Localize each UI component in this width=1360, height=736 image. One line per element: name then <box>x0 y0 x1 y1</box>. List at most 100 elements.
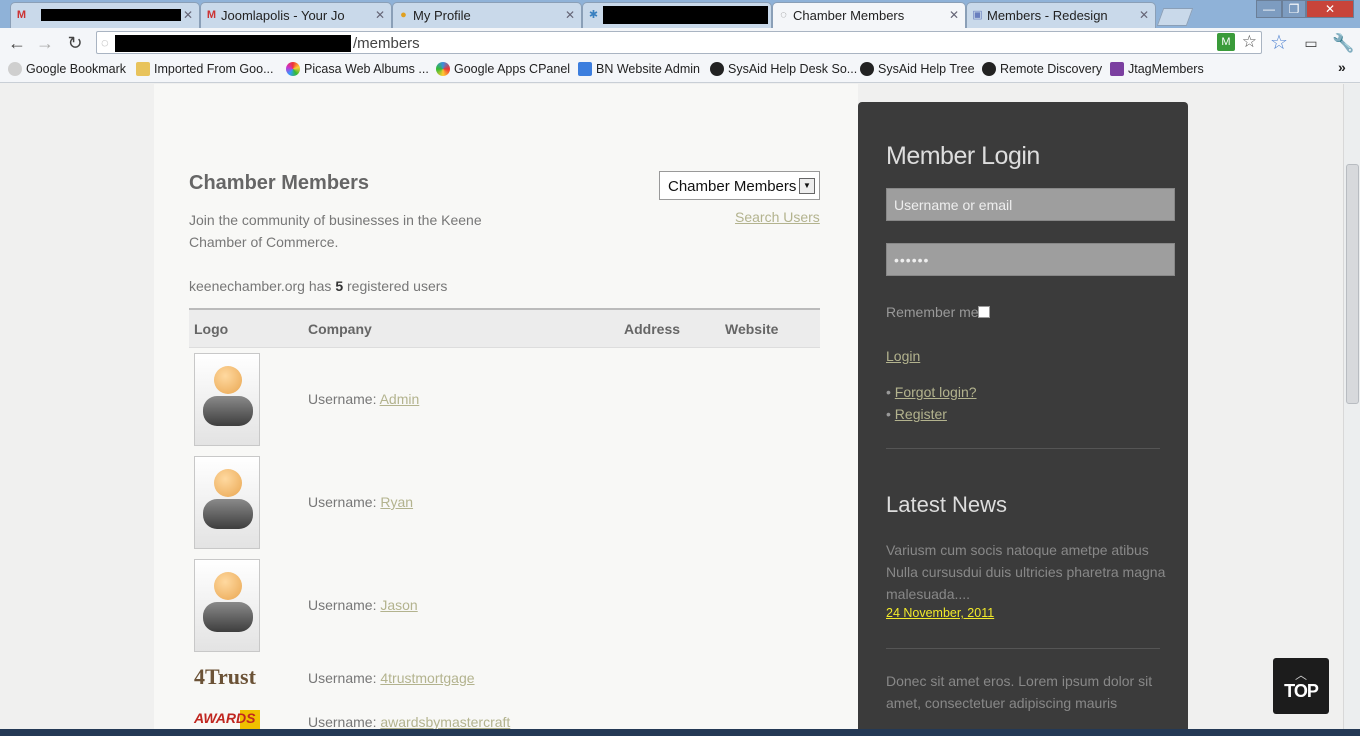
news-title: Latest News <box>886 492 1008 517</box>
remember-me-label: Remember me <box>886 304 979 320</box>
tab-title: Chamber Members <box>793 8 905 23</box>
username-link[interactable]: Ryan <box>380 494 413 510</box>
new-tab-button[interactable] <box>1156 8 1194 26</box>
web-page: Chamber Members Chamber Members ▼ Search… <box>0 84 1343 736</box>
username-cell: Username: awardsbymastercraft <box>308 714 510 730</box>
news-item-text: Varius​m cum socis natoque ametpe atibus… <box>886 542 1166 602</box>
members-content: Chamber Members Chamber Members ▼ Search… <box>154 84 858 736</box>
back-to-top-button[interactable]: ︿ TOP <box>1273 658 1329 714</box>
search-users-link[interactable]: Search Users <box>735 209 820 225</box>
list-item: • Forgot login? <box>886 384 977 400</box>
tab-members-redesign[interactable]: ▣ Members - Redesign ✕ <box>966 2 1156 28</box>
avatar[interactable] <box>194 559 260 652</box>
bookmark-bn-admin[interactable]: BN Website Admin <box>576 62 700 76</box>
star-icon[interactable]: ☆ <box>1242 32 1257 52</box>
forgot-login-link[interactable]: Forgot login? <box>895 384 977 400</box>
wrench-icon[interactable]: 🔧 <box>1332 32 1354 54</box>
bookmark-remote-discovery[interactable]: Remote Discovery <box>980 62 1102 76</box>
column-header-logo: Logo <box>194 321 229 337</box>
gmail-icon: M <box>206 9 217 21</box>
account-links: • Forgot login? • Register <box>886 381 977 425</box>
bookmark-label: SysAid Help Tree <box>878 62 975 76</box>
top-label: TOP <box>1284 681 1319 701</box>
login-link[interactable]: Login <box>886 348 920 364</box>
login-title: Member Login <box>886 142 1040 170</box>
username-link[interactable]: 4trustmortgage <box>380 670 474 686</box>
bookmark-sysaid-tree[interactable]: SysAid Help Tree <box>858 62 975 76</box>
reload-icon[interactable]: ↻ <box>64 32 86 54</box>
gmail-icon: M <box>16 9 27 21</box>
column-header-website: Website <box>725 321 779 337</box>
globe-icon <box>8 62 22 76</box>
page-icon: ◌ <box>780 9 787 21</box>
maximize-button[interactable]: ❐ <box>1282 0 1306 18</box>
4trust-logo[interactable]: 4Trust <box>194 664 260 692</box>
os-taskbar <box>0 729 1360 736</box>
username-link[interactable]: awardsbymastercraft <box>380 714 510 730</box>
avatar[interactable] <box>194 456 260 549</box>
extension-icon[interactable]: M <box>1217 33 1235 51</box>
page-icon: ◌ <box>101 35 109 50</box>
username-label: Username: <box>308 597 381 613</box>
table-row: 4Trust Username: 4trustmortgage <box>154 662 858 698</box>
bookmark-google-apps[interactable]: Google Apps CPanel <box>434 62 570 76</box>
redacted-tab-title <box>41 9 181 21</box>
avatar-body <box>203 499 253 529</box>
forward-icon[interactable]: → <box>34 32 56 54</box>
username-link[interactable]: Jason <box>380 597 417 613</box>
remember-me-checkbox[interactable] <box>978 306 990 318</box>
page-scrollbar[interactable] <box>1343 84 1360 736</box>
table-row: Username: Ryan <box>154 455 858 551</box>
tab-strip: M ✕ M Joomlapolis - Your Jo ✕ ● My Profi… <box>0 0 1360 28</box>
address-bar[interactable]: ◌ /members M ☆ <box>96 31 1262 54</box>
joomla-icon: ✱ <box>588 9 599 21</box>
password-input[interactable]: •••••• <box>886 243 1175 276</box>
page-menu-icon[interactable]: ▭ <box>1300 32 1322 54</box>
remember-me-row: Remember me <box>886 304 990 320</box>
username-input[interactable]: Username or email <box>886 188 1175 221</box>
table-row: Username: Jason <box>154 558 858 654</box>
redacted-tab-title <box>603 6 768 24</box>
username-label: Username: <box>308 670 381 686</box>
back-icon[interactable]: ← <box>6 32 28 54</box>
bookmark-label: BN Website Admin <box>596 62 700 76</box>
bookmark-star-icon[interactable]: ☆ <box>1268 32 1290 54</box>
news-item-date[interactable]: 24 November, 2011 <box>886 606 994 620</box>
bookmark-sysaid-desk[interactable]: SysAid Help Desk So... <box>708 62 857 76</box>
bookmark-label: Picasa Web Albums ... <box>304 62 429 76</box>
close-icon[interactable]: ✕ <box>375 8 385 22</box>
close-icon[interactable]: ✕ <box>949 8 959 22</box>
close-icon[interactable]: ✕ <box>183 8 193 22</box>
divider <box>886 648 1160 649</box>
username-link[interactable]: Admin <box>380 391 420 407</box>
tab-joomlapolis[interactable]: M Joomlapolis - Your Jo ✕ <box>200 2 392 28</box>
folder-icon <box>136 62 150 76</box>
username-label: Username: <box>308 714 381 730</box>
bookmark-picasa[interactable]: Picasa Web Albums ... <box>284 62 429 76</box>
tab-title: My Profile <box>413 8 471 23</box>
close-icon[interactable]: ✕ <box>1139 8 1149 22</box>
avatar[interactable] <box>194 353 260 446</box>
redacted-url <box>115 35 351 52</box>
intro-text: Join the community of businesses in the … <box>189 212 482 250</box>
minimize-button[interactable]: — <box>1256 0 1282 18</box>
tab-gmail-1[interactable]: M ✕ <box>10 2 200 28</box>
bookmark-jtag[interactable]: JtagMembers <box>1108 62 1204 76</box>
browser-toolbar: ← → ↻ ◌ /members M ☆ ☆ ▭ 🔧 <box>0 28 1360 57</box>
member-list-select[interactable]: Chamber Members ▼ <box>659 171 820 200</box>
register-link[interactable]: Register <box>895 406 947 422</box>
list-item: • Register <box>886 406 947 422</box>
bookmark-google[interactable]: Google Bookmark <box>6 62 126 76</box>
avatar-head <box>214 572 242 600</box>
close-icon[interactable]: ✕ <box>565 8 575 22</box>
tab-redacted[interactable]: ✱ <box>582 2 772 28</box>
more-bookmarks-icon[interactable]: » <box>1338 59 1346 75</box>
tab-my-profile[interactable]: ● My Profile ✕ <box>392 2 582 28</box>
username-cell: Username: Ryan <box>308 494 413 510</box>
scrollbar-thumb[interactable] <box>1346 164 1359 404</box>
username-cell: Username: Admin <box>308 391 419 407</box>
tab-chamber-members[interactable]: ◌ Chamber Members ✕ <box>772 2 966 28</box>
close-window-button[interactable]: ✕ <box>1306 0 1354 18</box>
username-cell: Username: 4trustmortgage <box>308 670 475 686</box>
bookmark-imported[interactable]: Imported From Goo... <box>134 62 273 76</box>
